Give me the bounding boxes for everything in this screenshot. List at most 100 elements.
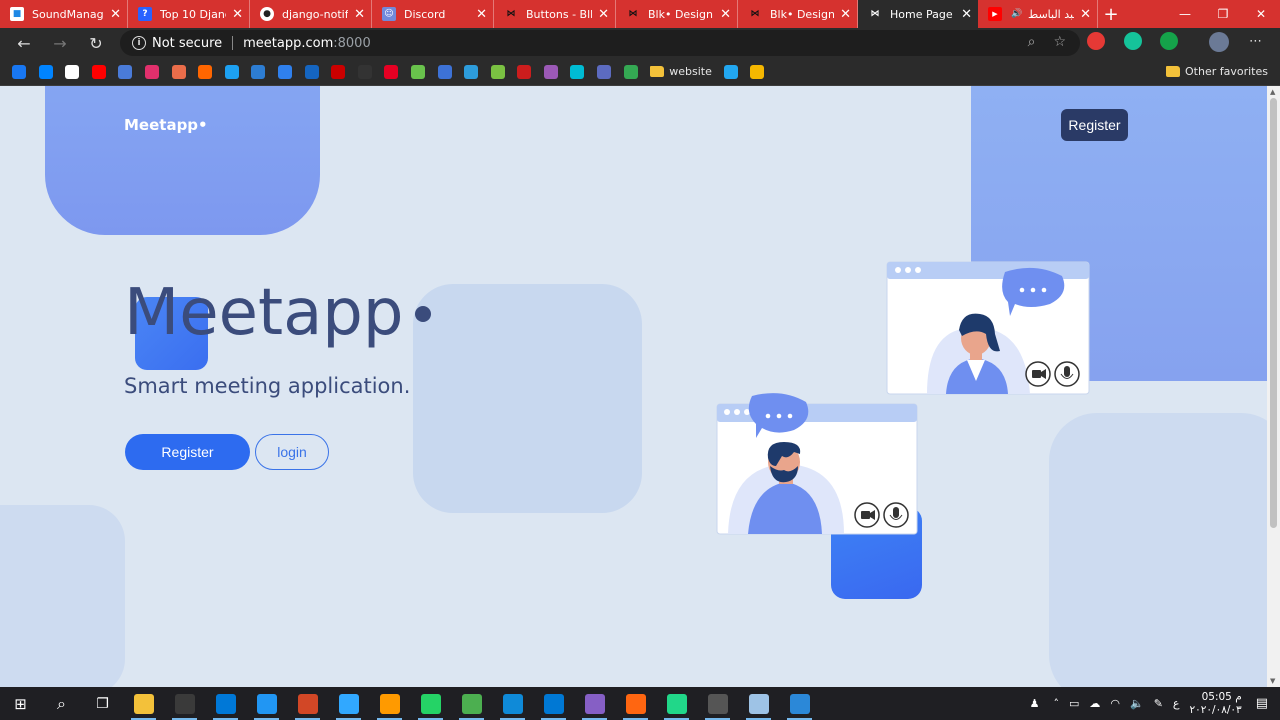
bookmark-icon[interactable] (171, 64, 186, 79)
bookmark-icon[interactable] (723, 64, 738, 79)
bookmark-icon[interactable] (597, 64, 612, 79)
bookmark-icon[interactable] (570, 64, 585, 79)
close-icon[interactable]: ✕ (598, 7, 609, 22)
bookmark-icon[interactable] (91, 64, 106, 79)
taskbar-app-notepad[interactable] (738, 687, 779, 720)
tab-top10-django[interactable]: ? Top 10 Django ✕ (128, 0, 250, 28)
start-button[interactable]: ⊞ (0, 687, 41, 720)
taskbar-app-whatsapp[interactable] (410, 687, 451, 720)
taskbar-app-chrome[interactable] (451, 687, 492, 720)
search-button[interactable]: ⌕ (41, 687, 82, 720)
other-favorites[interactable]: Other favorites (1166, 65, 1268, 78)
close-icon[interactable]: ✕ (354, 7, 365, 22)
forward-icon[interactable]: → (42, 34, 78, 53)
tab-soundmanager[interactable]: ■ SoundManager ✕ (0, 0, 128, 28)
taskbar-app-obs[interactable] (164, 687, 205, 720)
tab-django-notifications[interactable]: ● django-notific ✕ (250, 0, 372, 28)
close-window-icon[interactable]: ✕ (1242, 0, 1280, 28)
hero-login-button[interactable]: login (255, 434, 329, 470)
taskbar-app-photoshop[interactable] (328, 687, 369, 720)
hero-register-button[interactable]: Register (125, 434, 250, 470)
close-icon[interactable]: ✕ (1080, 7, 1091, 22)
tab-youtube[interactable]: ▶ 🔊 عبد الباسط ✕ (978, 0, 1098, 28)
battery-icon[interactable]: ▭ (1069, 697, 1079, 710)
bookmark-icon[interactable] (517, 64, 532, 79)
favorite-star-icon[interactable]: ☆ (1053, 34, 1066, 50)
grammarly-extension-icon[interactable] (1124, 32, 1142, 50)
bookmark-icon[interactable] (118, 64, 133, 79)
taskbar-app-terminal[interactable] (697, 687, 738, 720)
bookmark-icon[interactable] (490, 64, 505, 79)
taskbar-app-vscode[interactable] (533, 687, 574, 720)
taskbar-app-store[interactable] (205, 687, 246, 720)
page-scrollbar[interactable]: ▲ ▼ (1267, 86, 1280, 687)
cloud-icon[interactable]: ☁ (1089, 697, 1100, 710)
bookmark-icon[interactable] (12, 64, 26, 79)
language-indicator[interactable]: ع (1173, 697, 1180, 710)
tab-blk-design-1[interactable]: ⋈ Blk• Design Sys ✕ (616, 0, 738, 28)
notification-icon[interactable]: ▤ (1256, 696, 1268, 711)
close-icon[interactable]: ✕ (720, 7, 731, 22)
taskbar-app-edge[interactable] (492, 687, 533, 720)
bookmark-icon[interactable] (38, 64, 53, 79)
back-icon[interactable]: ← (6, 34, 42, 53)
bookmark-icon[interactable] (543, 64, 558, 79)
people-icon[interactable]: ♟ (1030, 697, 1040, 710)
task-view-button[interactable]: ❐ (82, 687, 123, 720)
bookmark-icon[interactable] (623, 64, 638, 79)
bookmark-icon[interactable] (384, 64, 399, 79)
bookmark-icon[interactable] (750, 64, 765, 79)
tab-home-page-active[interactable]: ⋈ Home Page - M ✕ (858, 0, 978, 28)
close-icon[interactable]: ✕ (232, 7, 243, 22)
bookmark-icon[interactable] (437, 64, 452, 79)
taskbar-app-file-explorer[interactable] (123, 687, 164, 720)
system-clock[interactable]: 05:05 م ٢٠٢٠/٠٨/٠٣ (1190, 691, 1242, 717)
new-tab-button[interactable]: + (1098, 0, 1124, 28)
profile-avatar[interactable] (1209, 32, 1229, 52)
taskbar-app-powerpoint[interactable] (287, 687, 328, 720)
close-icon[interactable]: ✕ (840, 7, 851, 22)
restore-icon[interactable]: ❐ (1204, 0, 1242, 28)
bookmark-icon[interactable] (410, 64, 425, 79)
volume-icon[interactable]: 🔈 (1130, 697, 1144, 710)
chevron-up-icon[interactable]: ˄ (1053, 697, 1059, 710)
minimize-icon[interactable]: — (1166, 0, 1204, 28)
bookmark-icon[interactable] (304, 64, 319, 79)
bookmark-icon[interactable] (224, 64, 239, 79)
pen-icon[interactable]: ✎ (1154, 697, 1163, 710)
taskbar-app-visual-studio[interactable] (574, 687, 615, 720)
bookmark-icon[interactable] (464, 64, 479, 79)
taskbar-app-pycharm[interactable] (656, 687, 697, 720)
address-bar[interactable]: i Not secure meetapp.com :8000 ⌕ ☆ (120, 30, 1080, 56)
close-icon[interactable]: ✕ (476, 7, 487, 22)
tab-blk-design-2[interactable]: ⋈ Blk• Design Sys ✕ (738, 0, 858, 28)
reload-icon[interactable]: ↻ (78, 34, 114, 53)
grammarly-g-extension-icon[interactable] (1160, 32, 1178, 50)
bookmark-icon[interactable] (198, 64, 213, 79)
taskbar-app-photos[interactable] (779, 687, 820, 720)
bookmark-icon[interactable] (331, 64, 346, 79)
bookmark-icon[interactable] (277, 64, 292, 79)
more-menu-icon[interactable]: ⋯ (1249, 34, 1262, 49)
adblock-extension-icon[interactable] (1087, 32, 1105, 50)
close-icon[interactable]: ✕ (110, 7, 121, 22)
taskbar-app-firefox[interactable] (615, 687, 656, 720)
nav-register-button[interactable]: Register (1061, 109, 1128, 141)
tab-buttons-blk[interactable]: ⋈ Buttons - Blk• D ✕ (494, 0, 616, 28)
brand-logo[interactable]: Meetapp• (124, 116, 208, 134)
scroll-down-icon[interactable]: ▼ (1270, 677, 1275, 685)
close-icon[interactable]: ✕ (961, 7, 972, 22)
scrollbar-thumb[interactable] (1270, 98, 1277, 528)
scroll-up-icon[interactable]: ▲ (1270, 88, 1275, 96)
bookmark-icon[interactable] (65, 64, 80, 79)
bookmark-icon[interactable] (357, 64, 372, 79)
bookmark-folder-website[interactable]: website (650, 65, 712, 78)
bookmark-icon[interactable] (251, 64, 266, 79)
tab-discord[interactable]: ☺ Discord ✕ (372, 0, 494, 28)
zoom-icon[interactable]: ⌕ (1028, 34, 1036, 50)
bookmark-icon[interactable] (144, 64, 159, 79)
wifi-icon[interactable]: ◠ (1110, 697, 1120, 710)
taskbar-app-illustrator[interactable] (369, 687, 410, 720)
info-icon[interactable]: i (132, 36, 146, 50)
taskbar-app-sync[interactable] (246, 687, 287, 720)
